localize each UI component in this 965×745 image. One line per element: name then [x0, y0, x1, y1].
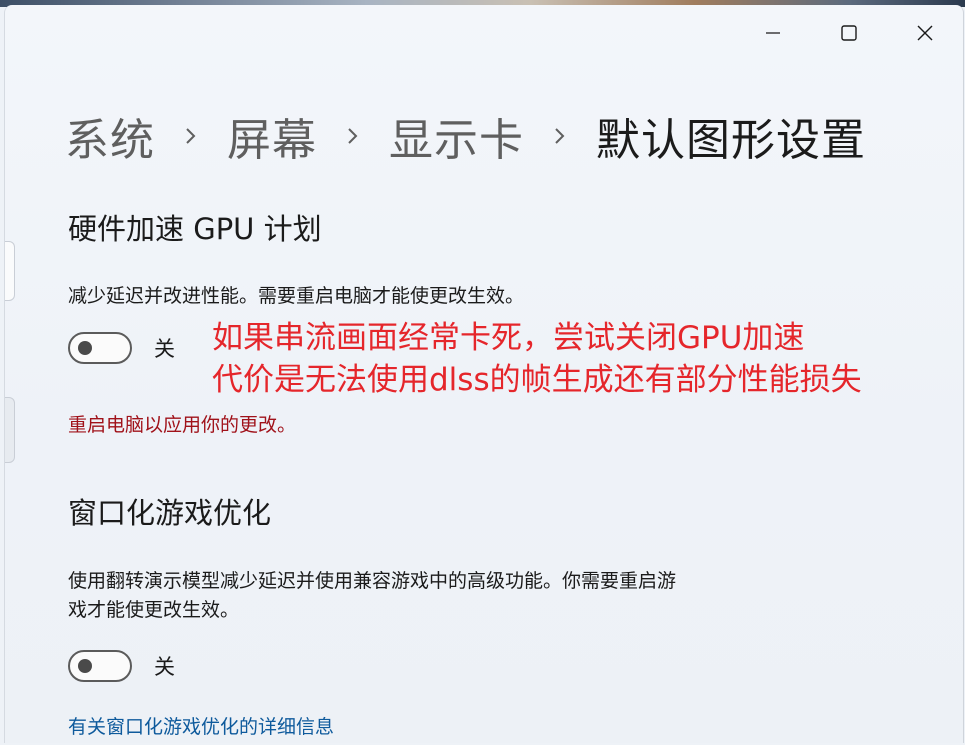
caption-buttons — [735, 5, 963, 63]
breadcrumb: 系统 屏幕 显示卡 默认图形设置 — [65, 105, 866, 167]
windowed-games-description-line-1: 使用翻转演示模型减少延迟并使用兼容游戏中的高级功能。你需要重启游 — [68, 570, 677, 592]
chevron-right-icon — [155, 126, 227, 146]
breadcrumb-item-system[interactable]: 系统 — [65, 104, 155, 168]
windowed-games-toggle-row: 关 — [68, 650, 175, 682]
windowed-games-title: 窗口化游戏优化 — [68, 496, 272, 530]
annotation-line-2: 代价是无法使用dlss的帧生成还有部分性能损失 — [212, 362, 862, 398]
gpu-scheduling-description: 减少延迟并改进性能。需要重启电脑才能使更改生效。 — [68, 285, 525, 307]
windowed-games-toggle-state: 关 — [154, 655, 175, 679]
breadcrumb-item-display[interactable]: 屏幕 — [227, 104, 317, 168]
close-button[interactable] — [887, 5, 963, 61]
minimize-button[interactable] — [735, 5, 811, 61]
toggle-knob — [78, 659, 92, 673]
gpu-scheduling-toggle-row: 关 — [68, 332, 175, 364]
annotation-line-1: 如果串流画面经常卡死，尝试关闭GPU加速 — [212, 320, 805, 356]
chevron-right-icon — [317, 126, 389, 146]
windowed-games-description-line-2: 戏才能使更改生效。 — [68, 599, 240, 621]
maximize-icon — [841, 25, 857, 41]
gpu-scheduling-toggle-state: 关 — [154, 337, 175, 361]
windowed-games-learn-more-link[interactable]: 有关窗口化游戏优化的详细信息 — [68, 712, 334, 739]
restart-required-note: 重启电脑以应用你的更改。 — [68, 414, 297, 436]
settings-window: 系统 屏幕 显示卡 默认图形设置 硬件加速 GPU 计划 减少延迟并改进性能。需… — [4, 5, 964, 743]
gpu-scheduling-title: 硬件加速 GPU 计划 — [68, 212, 322, 246]
nav-pane-edge — [5, 241, 15, 301]
chevron-right-icon — [524, 126, 596, 146]
windowed-games-description: 使用翻转演示模型减少延迟并使用兼容游戏中的高级功能。你需要重启游 戏才能使更改生… — [68, 567, 828, 625]
page-title: 默认图形设置 — [596, 115, 866, 166]
minimize-icon — [766, 26, 780, 40]
toggle-knob — [78, 341, 92, 355]
maximize-button[interactable] — [811, 5, 887, 61]
windowed-games-toggle[interactable] — [68, 650, 132, 682]
nav-pane-edge-selected — [5, 397, 15, 463]
gpu-scheduling-toggle[interactable] — [68, 332, 132, 364]
red-annotation: 如果串流画面经常卡死，尝试关闭GPU加速 代价是无法使用dlss的帧生成还有部分… — [212, 317, 862, 401]
close-icon — [917, 25, 933, 41]
breadcrumb-item-graphics[interactable]: 显示卡 — [389, 104, 524, 168]
